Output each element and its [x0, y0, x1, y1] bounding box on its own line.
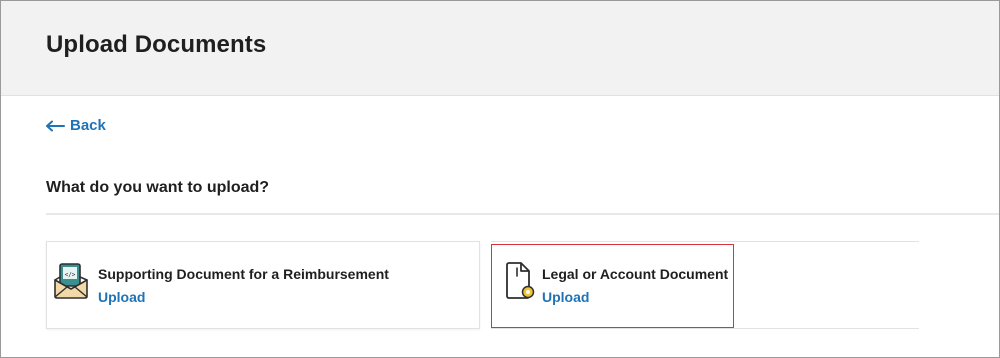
option-card-legal[interactable]: Legal or Account Document Upload	[491, 241, 919, 329]
option-title: Supporting Document for a Reimbursement	[98, 266, 389, 282]
svg-text:</>: </>	[65, 272, 76, 279]
section-divider	[46, 213, 999, 215]
document-seal-icon	[503, 262, 535, 305]
back-link[interactable]: Back	[45, 117, 106, 134]
upload-link[interactable]: Upload	[98, 289, 145, 305]
app-frame: Upload Documents Back What do you want t…	[0, 0, 1000, 358]
option-card-reimbursement[interactable]: </> Supporting Document for a Reimbursem…	[46, 241, 480, 329]
option-title: Legal or Account Document	[542, 266, 729, 282]
upload-question-heading: What do you want to upload?	[46, 179, 270, 196]
back-label: Back	[70, 117, 106, 134]
page-header: Upload Documents	[1, 1, 999, 96]
arrow-left-icon	[46, 120, 65, 131]
page-title: Upload Documents	[46, 31, 267, 58]
upload-link[interactable]: Upload	[542, 289, 589, 305]
envelope-document-icon: </>	[53, 262, 89, 305]
